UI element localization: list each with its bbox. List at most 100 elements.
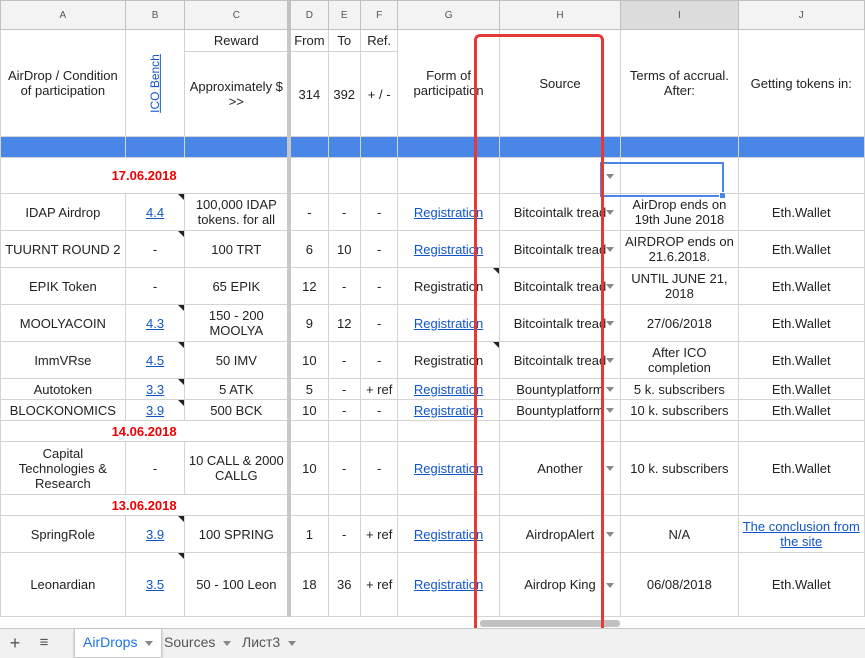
header-ref[interactable]: Ref. [359, 29, 399, 52]
cell-reward[interactable]: 5 ATK [184, 378, 292, 400]
cell-airdrop[interactable]: BLOCKONOMICS [0, 399, 126, 421]
cell-to[interactable]: - [327, 378, 361, 400]
column-header-f[interactable]: F [359, 0, 399, 30]
cell-terms[interactable]: 10 k. subscribers [620, 399, 739, 421]
header-to-value[interactable]: 392 [327, 51, 361, 137]
chevron-down-icon[interactable] [606, 532, 615, 537]
cell-airdrop[interactable]: TUURNT ROUND 2 [0, 230, 126, 268]
chevron-down-icon[interactable] [606, 210, 615, 215]
cell-reward[interactable]: 50 - 100 Leon [184, 552, 292, 617]
cell-form[interactable]: Registration [397, 193, 500, 231]
cell-terms[interactable]: AirDrop ends on 19th June 2018 [620, 193, 739, 231]
cell-getting[interactable]: The conclusion from the site [737, 515, 865, 553]
cell-from[interactable]: 10 [288, 441, 329, 495]
header-getting-tokens[interactable]: Getting tokens in: [737, 29, 865, 137]
cell-icobench[interactable]: 4.5 [124, 341, 186, 379]
cell-source[interactable]: Bitcointalk tread [498, 193, 622, 231]
cell-reward[interactable]: 100 SPRING [184, 515, 292, 553]
cell-from[interactable]: 6 [288, 230, 329, 268]
cell-to[interactable]: - [327, 515, 361, 553]
header-ico-bench[interactable]: ICO Bench [124, 29, 186, 137]
cell-airdrop[interactable]: Leonardian [0, 552, 126, 617]
cell-from[interactable]: 12 [288, 267, 329, 305]
cell-to[interactable]: - [327, 267, 361, 305]
tab-airdrops[interactable]: AirDrops [74, 629, 163, 657]
cell-getting[interactable]: Eth.Wallet [737, 378, 865, 400]
cell-form[interactable]: Registration [397, 552, 500, 617]
cell-to[interactable]: - [327, 399, 361, 421]
header-ref-value[interactable]: + / - [359, 51, 399, 137]
cell-to[interactable]: 10 [327, 230, 361, 268]
cell-ref[interactable]: - [359, 267, 399, 305]
cell-icobench[interactable]: 3.9 [124, 399, 186, 421]
cell-reward[interactable]: 150 - 200 MOOLYA [184, 304, 292, 342]
cell-terms[interactable]: 06/08/2018 [620, 552, 739, 617]
cell-getting[interactable]: Eth.Wallet [737, 341, 865, 379]
cell-terms[interactable]: 27/06/2018 [620, 304, 739, 342]
chevron-down-icon[interactable] [145, 641, 154, 646]
column-header-a[interactable]: A [0, 0, 126, 30]
horizontal-scrollbar[interactable] [480, 620, 620, 627]
cell-source[interactable]: Bountyplatform [498, 378, 622, 400]
cell-icobench[interactable]: 3.5 [124, 552, 186, 617]
cell-terms[interactable]: 10 k. subscribers [620, 441, 739, 495]
cell-airdrop[interactable]: ImmVRse [0, 341, 126, 379]
cell-from[interactable]: 5 [288, 378, 329, 400]
chevron-down-icon[interactable] [606, 582, 615, 588]
cell-to[interactable]: 12 [327, 304, 361, 342]
column-header-j[interactable]: J [737, 0, 865, 30]
chevron-down-icon[interactable] [606, 284, 615, 289]
cell-getting[interactable]: Eth.Wallet [737, 304, 865, 342]
cell-from[interactable]: 10 [288, 341, 329, 379]
cell-airdrop[interactable]: SpringRole [0, 515, 126, 553]
cell-from[interactable]: 10 [288, 399, 329, 421]
cell-source[interactable]: Airdrop King [498, 552, 622, 617]
cell-ref[interactable]: + ref [359, 552, 399, 617]
header-to[interactable]: To [327, 29, 361, 52]
cell-source[interactable]: AirdropAlert [498, 515, 622, 553]
cell-icobench[interactable]: - [124, 267, 186, 305]
plus-icon[interactable]: + [3, 633, 27, 655]
header-from[interactable]: From [288, 29, 329, 52]
cell-airdrop[interactable]: Capital Technologies & Research [0, 441, 126, 495]
cell-ref[interactable]: - [359, 230, 399, 268]
cell-reward[interactable]: 100 TRT [184, 230, 292, 268]
column-header-b[interactable]: B [124, 0, 186, 30]
cell-getting[interactable]: Eth.Wallet [737, 193, 865, 231]
cell-icobench[interactable]: 3.3 [124, 378, 186, 400]
cell-reward[interactable]: 50 IMV [184, 341, 292, 379]
cell-from[interactable]: 9 [288, 304, 329, 342]
cell-terms[interactable]: After ICO completion [620, 341, 739, 379]
header-source[interactable]: Source [498, 29, 622, 137]
column-header-h[interactable]: H [498, 0, 622, 30]
cell-ref[interactable]: - [359, 399, 399, 421]
cell-to[interactable]: - [327, 193, 361, 231]
cell-form[interactable]: Registration [397, 399, 500, 421]
cell-icobench[interactable]: 4.4 [124, 193, 186, 231]
cell-source[interactable]: Bitcointalk tread [498, 230, 622, 268]
chevron-down-icon[interactable] [606, 466, 615, 471]
header-approx[interactable]: Approximately $ >> [184, 51, 292, 137]
header-reward[interactable]: Reward [184, 29, 292, 52]
ico-bench-link[interactable]: ICO Bench [148, 54, 163, 113]
cell-reward[interactable]: 500 BCK [184, 399, 292, 421]
cell-form[interactable]: Registration [397, 441, 500, 495]
cell-source[interactable]: Bitcointalk tread [498, 341, 622, 379]
cell-terms[interactable]: 5 k. subscribers [620, 378, 739, 400]
cell-to[interactable]: 36 [327, 552, 361, 617]
tab-list3[interactable]: Лист3 [234, 629, 304, 657]
chevron-down-icon[interactable] [606, 387, 615, 392]
cell-ref[interactable]: - [359, 193, 399, 231]
chevron-down-icon[interactable] [606, 173, 615, 179]
column-header-d[interactable]: D [288, 0, 329, 30]
cell-ref[interactable]: + ref [359, 515, 399, 553]
chevron-down-icon[interactable] [223, 641, 232, 646]
cell-terms[interactable]: N/A [620, 515, 739, 553]
cell-form[interactable]: Registration [397, 515, 500, 553]
cell-terms[interactable]: AIRDROP ends on 21.6.2018. [620, 230, 739, 268]
cell-ref[interactable]: - [359, 341, 399, 379]
cell-to[interactable]: - [327, 441, 361, 495]
cell-getting[interactable]: Eth.Wallet [737, 552, 865, 617]
cell-ref[interactable]: - [359, 441, 399, 495]
cell-reward[interactable]: 10 CALL & 2000 CALLG [184, 441, 292, 495]
